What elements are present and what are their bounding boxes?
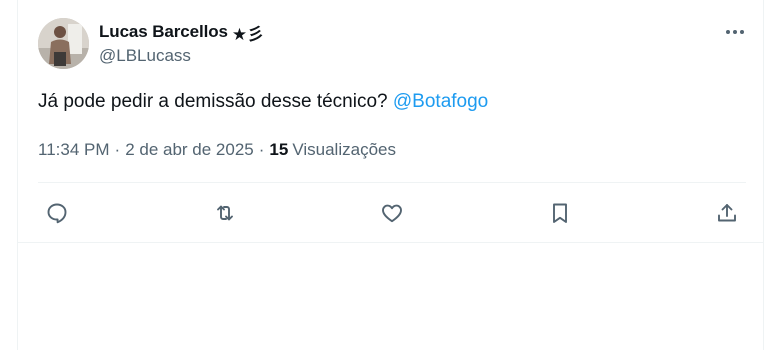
bookmark-icon: [553, 203, 567, 223]
reply-icon: [47, 203, 67, 224]
share-button[interactable]: [708, 194, 746, 232]
meta-separator: ·: [258, 140, 265, 159]
share-icon: [718, 204, 736, 222]
like-button[interactable]: [373, 194, 411, 232]
tweet-card: Lucas Barcellos ★彡 @LBLucass Já pode ped…: [17, 0, 764, 350]
author-name-row[interactable]: Lucas Barcellos ★彡: [99, 20, 265, 45]
views-label[interactable]: Visualizações: [292, 139, 396, 161]
divider: [38, 182, 746, 183]
author-name[interactable]: Lucas Barcellos: [99, 22, 228, 42]
retweet-button[interactable]: [206, 194, 244, 232]
tweet-meta: 11:34 PM · 2 de abr de 2025 · 15 Visuali…: [38, 139, 396, 161]
action-bar: [38, 194, 746, 232]
more-dots-icon: [726, 30, 744, 34]
reply-button[interactable]: [38, 194, 76, 232]
heart-icon: [382, 204, 402, 223]
tweet-time[interactable]: 11:34 PM: [38, 139, 110, 161]
tweet-bottom-divider: [18, 242, 763, 243]
mention-link[interactable]: @Botafogo: [393, 91, 488, 112]
bookmark-button[interactable]: [541, 194, 579, 232]
tweet-date[interactable]: 2 de abr de 2025: [125, 139, 254, 161]
views-count[interactable]: 15: [269, 139, 288, 161]
avatar-photo-icon: [38, 18, 89, 69]
avatar[interactable]: [38, 18, 89, 69]
tweet-text: Já pode pedir a demissão desse técnico? …: [38, 89, 488, 115]
author-handle[interactable]: @LBLucass: [99, 46, 191, 66]
meta-separator: ·: [114, 140, 121, 159]
tweet-body: Já pode pedir a demissão desse técnico?: [38, 91, 388, 112]
retweet-icon: [217, 205, 233, 221]
more-options-button[interactable]: [718, 20, 752, 44]
author-name-emoji: ★彡: [231, 24, 265, 45]
